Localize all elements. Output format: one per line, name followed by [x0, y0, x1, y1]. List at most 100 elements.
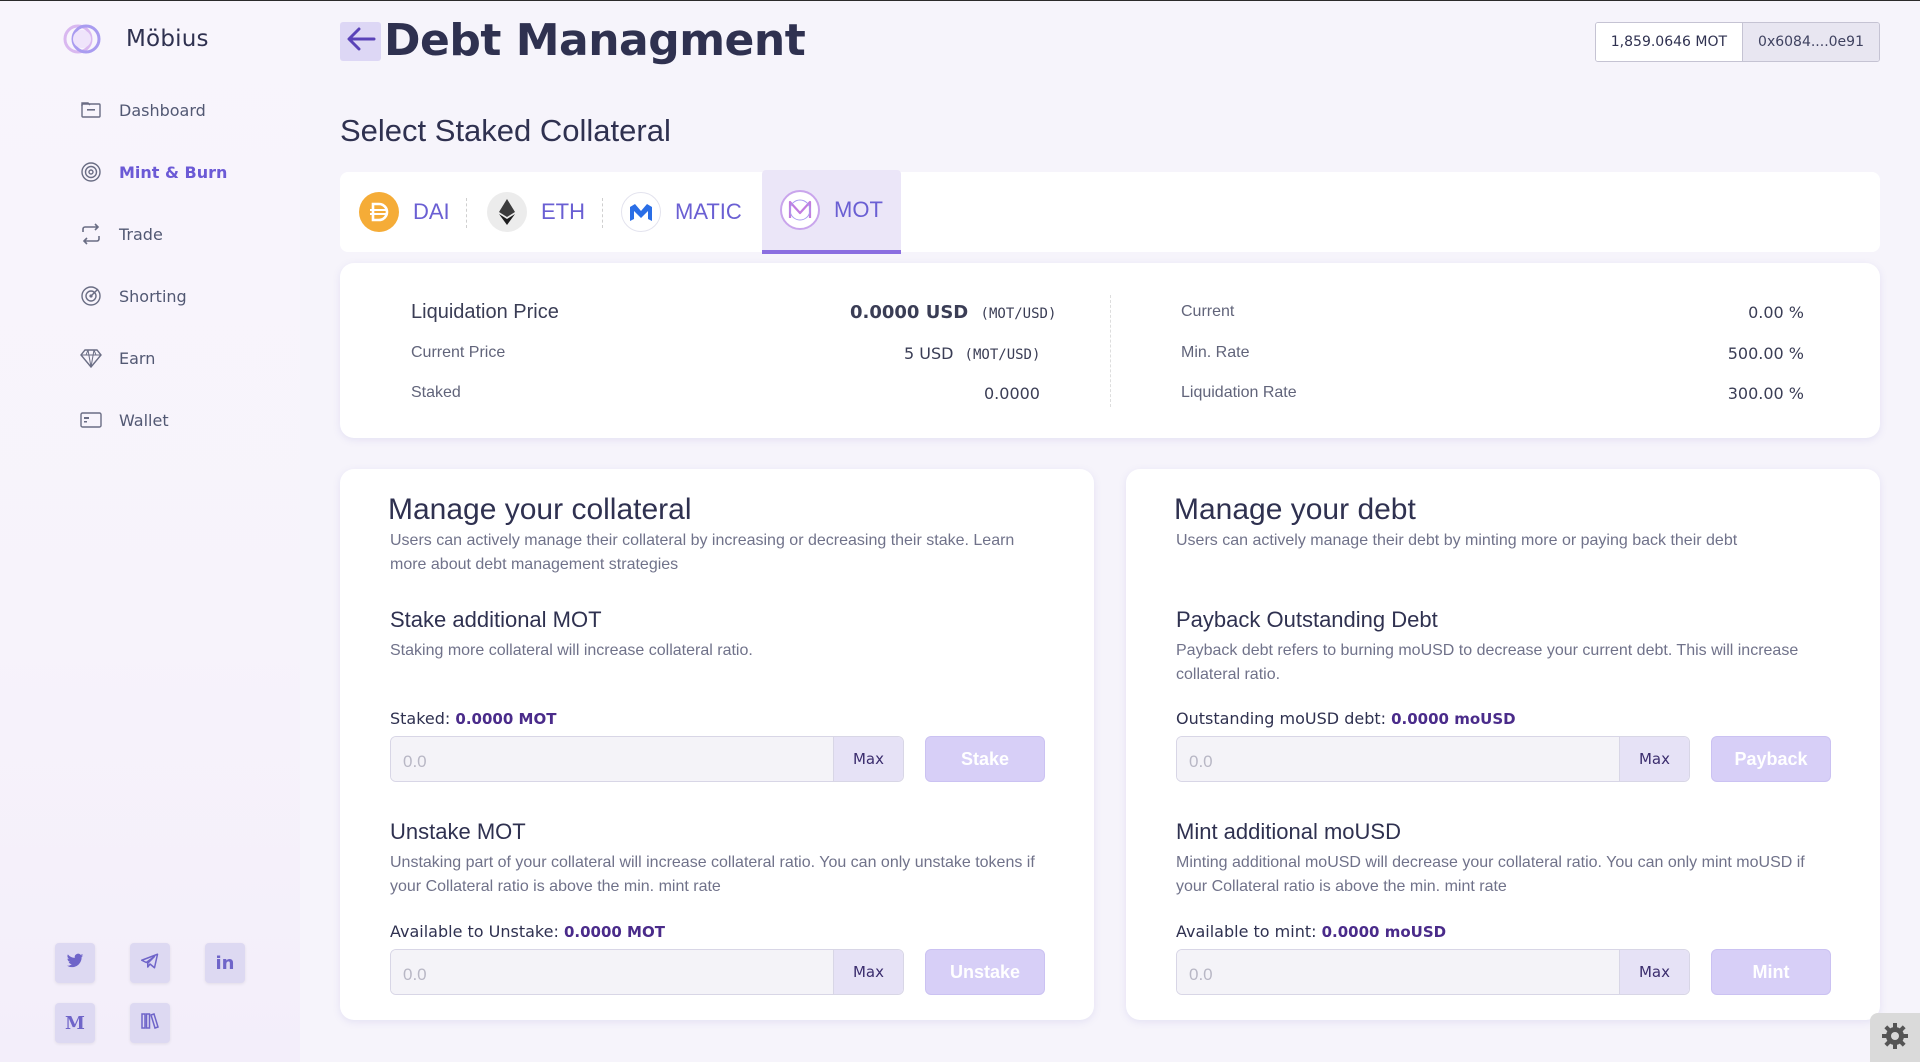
mint-available: Available to mint: 0.0000 moUSD	[1176, 922, 1446, 941]
sidebar-item-label: Earn	[119, 348, 156, 368]
spiral-icon	[80, 161, 102, 183]
outstanding-debt: Outstanding moUSD debt: 0.0000 moUSD	[1176, 709, 1516, 728]
card-description: Users can actively manage their debt by …	[1176, 532, 1738, 549]
current-price-unit: (MOT/USD)	[964, 347, 1041, 363]
payback-input[interactable]	[1177, 737, 1619, 781]
liquidation-price-label: Liquidation Price	[411, 301, 559, 323]
liquidation-rate-row: Liquidation Rate	[1181, 384, 1297, 402]
payback-description: Payback debt refers to burning moUSD to …	[1176, 642, 1799, 683]
sidebar-nav: Dashboard Mint & Burn Trade Shorting Ear…	[80, 79, 227, 451]
tab-matic[interactable]: MATIC	[621, 172, 742, 252]
tab-mot[interactable]: MOT	[762, 170, 901, 254]
unstake-input[interactable]	[391, 950, 833, 994]
staked-amount-label: Staked:	[390, 709, 451, 728]
sidebar-item-label: Shorting	[119, 286, 187, 306]
payback-input-group: Max	[1176, 736, 1690, 782]
collateral-tabs: DAI ETH MATIC MOT	[340, 170, 1880, 254]
dai-icon	[359, 192, 399, 232]
min-rate-label: Min. Rate	[1181, 344, 1250, 361]
matic-icon	[621, 192, 661, 232]
unstake-max-button[interactable]: Max	[833, 950, 903, 994]
sidebar-item-label: Wallet	[119, 410, 169, 430]
manage-collateral-card: Manage your collateral Users can activel…	[340, 469, 1094, 1020]
twitter-link[interactable]	[55, 943, 95, 983]
linkedin-link[interactable]: in	[205, 943, 245, 983]
tab-label: MOT	[834, 197, 883, 222]
mobius-logo-icon	[62, 21, 106, 57]
mint-input[interactable]	[1177, 950, 1619, 994]
current-price-value: 5 USD (MOT/USD)	[904, 344, 1040, 363]
stats-divider	[1110, 295, 1111, 407]
telegram-link[interactable]	[130, 943, 170, 983]
tab-label: MATIC	[675, 199, 742, 224]
liquidation-price-amount: 0.0000 USD	[850, 302, 969, 323]
stake-max-button[interactable]: Max	[833, 737, 903, 781]
sidebar-item-label: Trade	[119, 224, 163, 244]
payback-max-button[interactable]: Max	[1619, 737, 1689, 781]
app-name: Möbius	[126, 26, 209, 52]
tab-eth[interactable]: ETH	[487, 172, 585, 252]
tab-divider	[602, 198, 603, 228]
liquidation-rate-label: Liquidation Rate	[1181, 384, 1297, 401]
payback-button[interactable]: Payback	[1711, 736, 1831, 782]
docs-link[interactable]	[130, 1003, 170, 1043]
back-button[interactable]	[340, 22, 381, 61]
unstake-input-group: Max	[390, 949, 904, 995]
unstake-button[interactable]: Unstake	[925, 949, 1045, 995]
wallet-info[interactable]: 1,859.0646 MOT 0x6084....0e91	[1594, 22, 1880, 62]
stake-input-group: Max	[390, 736, 904, 782]
wallet-balance: 1,859.0646 MOT	[1595, 23, 1744, 61]
sidebar-item-dashboard[interactable]: Dashboard	[80, 79, 227, 141]
sidebar-item-wallet[interactable]: Wallet	[80, 389, 227, 451]
min-rate-value: 500.00 %	[1727, 344, 1804, 363]
tab-dai[interactable]: DAI	[359, 172, 450, 252]
mint-description: Minting additional moUSD will decrease y…	[1176, 854, 1805, 895]
mint-title: Mint additional moUSD	[1176, 819, 1401, 844]
sidebar-item-trade[interactable]: Trade	[80, 203, 227, 265]
current-ratio-value: 0.00 %	[1748, 303, 1804, 322]
sidebar-item-label: Dashboard	[119, 100, 206, 120]
app-logo[interactable]: Möbius	[62, 21, 209, 57]
staked-amount-value: 0.0000 MOT	[455, 710, 557, 728]
unstake-available-value: 0.0000 MOT	[563, 923, 665, 941]
outstanding-debt-value: 0.0000 moUSD	[1391, 710, 1516, 728]
tab-label: DAI	[413, 199, 450, 224]
mint-available-value: 0.0000 moUSD	[1321, 923, 1447, 941]
min-rate-row: Min. Rate	[1181, 344, 1249, 362]
sidebar-item-label: Mint & Burn	[119, 162, 228, 182]
twitter-icon	[66, 953, 84, 974]
liquidation-price-value: 0.0000 USD (MOT/USD)	[850, 302, 1056, 323]
tab-label: ETH	[541, 199, 585, 224]
page-title: Debt Managment	[384, 15, 806, 66]
liquidation-price-row: Liquidation Price	[411, 301, 559, 324]
linkedin-icon: in	[215, 952, 235, 974]
current-price-row: Current Price	[411, 344, 505, 362]
card-title: Manage your debt	[1174, 493, 1416, 526]
swap-icon	[80, 223, 102, 245]
settings-button[interactable]	[1870, 1013, 1920, 1062]
sidebar-item-mint-burn[interactable]: Mint & Burn	[80, 141, 227, 203]
mint-button[interactable]: Mint	[1711, 949, 1831, 995]
staked-amount: Staked: 0.0000 MOT	[390, 709, 556, 728]
stake-input[interactable]	[391, 737, 833, 781]
stake-button[interactable]: Stake	[925, 736, 1045, 782]
medium-link[interactable]: M	[55, 1003, 95, 1043]
collateral-stats-card: Liquidation Price 0.0000 USD (MOT/USD) C…	[340, 263, 1880, 438]
telegram-icon	[141, 953, 159, 974]
mint-available-label: Available to mint:	[1176, 922, 1317, 941]
diamond-icon	[80, 347, 102, 369]
sidebar-item-earn[interactable]: Earn	[80, 327, 227, 389]
stake-title: Stake additional MOT	[390, 607, 602, 632]
staked-value: 0.0000	[984, 384, 1040, 403]
eth-icon	[487, 192, 527, 232]
sidebar-item-shorting[interactable]: Shorting	[80, 265, 227, 327]
wallet-icon	[80, 409, 102, 431]
folder-icon	[80, 99, 102, 121]
current-price-amount: 5 USD	[904, 344, 954, 363]
unstake-available: Available to Unstake: 0.0000 MOT	[390, 922, 665, 941]
wallet-address[interactable]: 0x6084....0e91	[1743, 23, 1879, 61]
medium-icon: M	[65, 1012, 85, 1034]
mint-max-button[interactable]: Max	[1619, 950, 1689, 994]
mint-input-group: Max	[1176, 949, 1690, 995]
section-title: Select Staked Collateral	[340, 113, 671, 148]
